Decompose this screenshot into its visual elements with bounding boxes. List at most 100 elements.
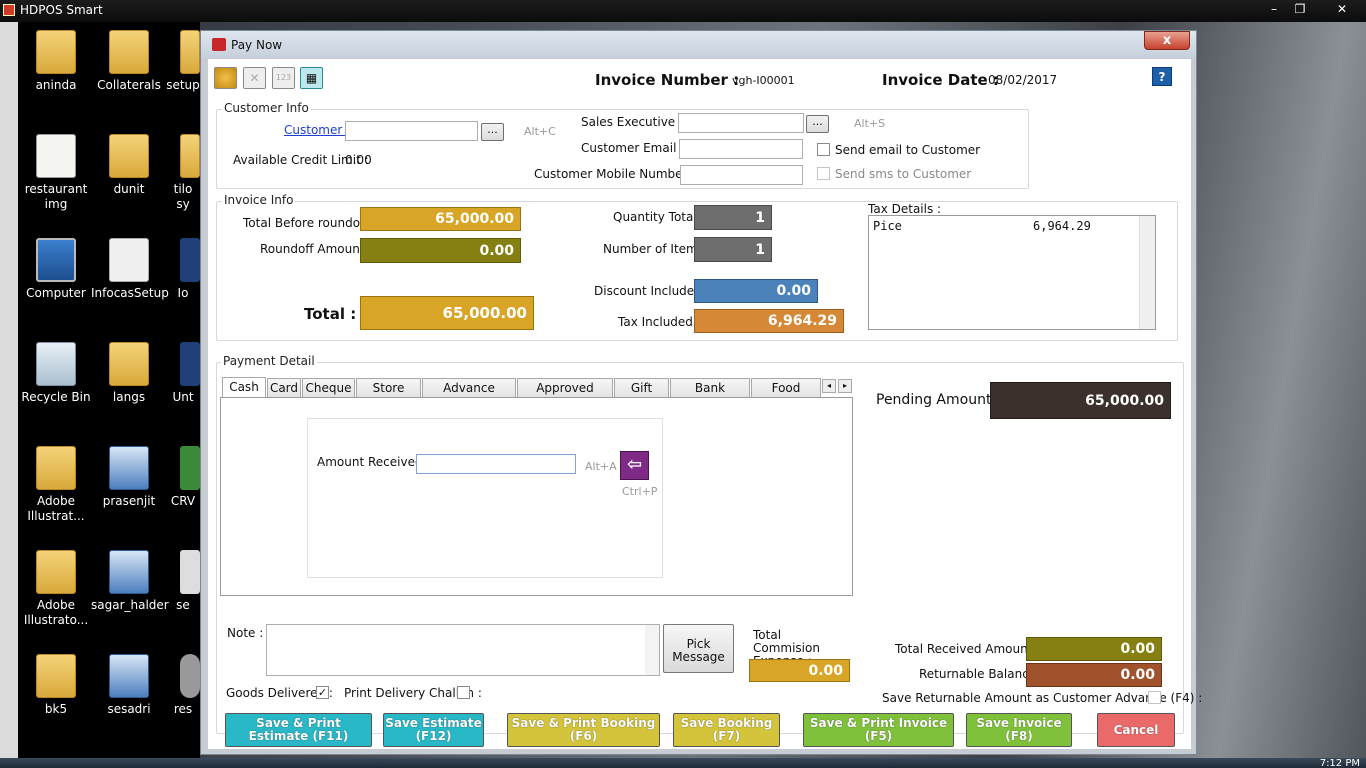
tab-card[interactable]: Card [267,378,301,398]
desktop-icon[interactable]: Adobe Illustrato... [18,542,94,628]
desktop-icon[interactable]: Recycle Bin [18,334,94,405]
desktop-icon[interactable]: prasenjit [91,438,167,509]
sales-exec-lookup-button[interactable]: ... [806,115,829,133]
counter-icon[interactable]: 123 [272,67,295,89]
returnable-value: 0.00 [1026,663,1162,687]
customer-email-input[interactable] [679,139,803,159]
before-roundoff-value: 65,000.00 [360,207,521,231]
folder-icon [109,342,149,386]
customer-input[interactable] [345,121,478,141]
tab-gift-card[interactable]: Gift Card [614,378,669,413]
tax-details-list[interactable]: Pice 6,964.29 [868,215,1156,330]
commission-value: 0.00 [749,659,850,682]
note-textarea[interactable] [266,624,660,676]
desktop-icon[interactable]: Collaterals [91,22,167,93]
desktop-icon[interactable]: Adobe Illustrat... [18,438,94,524]
calculator-icon[interactable]: ▦ [300,67,323,89]
customer-lookup-button[interactable]: ... [481,123,504,141]
tab-scroll-right-icon[interactable]: ▸ [838,379,852,393]
folder-icon [109,30,149,74]
background-window-strip [0,22,18,758]
note-scrollbar[interactable] [645,625,659,675]
send-sms-label: Send sms to Customer [835,167,972,181]
minimize-button[interactable]: – [1264,0,1284,18]
tab-store-credit[interactable]: Store Credit [356,378,421,413]
desktop-icon[interactable]: sesadri [91,646,167,717]
tax-included-value: 6,964.29 [694,309,844,333]
coin-icon[interactable] [214,67,237,89]
icon-label: dunit [113,182,145,196]
tab-cheque[interactable]: Cheque [302,378,355,398]
save-booking-button[interactable]: Save Booking (F7) [673,713,780,747]
credit-limit-value: 0.00 [345,153,372,167]
desktop-icon[interactable]: CRV [166,438,200,509]
apply-shortcut: Ctrl+P [622,485,658,498]
desktop-icon[interactable]: bk5 [18,646,94,717]
desktop-icon[interactable]: sagar_halder [91,542,169,613]
tab-advance-amount[interactable]: Advance Amount [422,378,516,413]
dialog-close-button[interactable]: x [1144,31,1190,50]
desktop-icon[interactable]: tilo sy [166,126,200,212]
icon-label: bk5 [44,702,68,716]
print-challan-checkbox[interactable] [457,686,470,699]
desktop-icon[interactable]: Unt [166,334,200,405]
total-label: Total : [304,305,357,323]
icon-label: Adobe Illustrat... [27,494,85,523]
icon-label: Adobe Illustrato... [23,598,89,627]
desktop-icon[interactable]: dunit [91,126,167,197]
desktop-icon[interactable]: InfocasSetup [91,230,169,301]
cancel-button[interactable]: Cancel [1097,713,1175,747]
apply-arrow-button[interactable]: ⇦ [620,451,649,480]
app-close-button[interactable]: ✕ [1330,0,1354,18]
save-advance-checkbox[interactable] [1148,691,1161,704]
cancel-x-icon[interactable]: ✕ [243,67,266,89]
send-email-checkbox[interactable] [817,143,830,156]
invoice-number: vgh-I00001 [732,74,795,87]
invoice-number-label: Invoice Number : [595,71,740,89]
icon-label: aninda [35,78,77,92]
tax-scrollbar[interactable] [1139,216,1155,329]
app-icon [180,342,200,386]
app-title-bar: HDPOS Smart – ❐ ✕ [0,0,1366,22]
desktop-icon[interactable]: se [166,542,200,613]
pay-now-dialog: Pay Now x ✕ 123 ▦ Invoice Number : vgh-I… [200,30,1202,755]
restore-button[interactable]: ❐ [1290,0,1310,18]
pick-message-button[interactable]: Pick Message [663,624,734,673]
save-invoice-button[interactable]: Save Invoice (F8) [966,713,1072,747]
qty-total-label: Quantity Total : [613,210,705,224]
tax-amount: 6,964.29 [1033,219,1091,233]
send-sms-checkbox[interactable] [817,167,830,180]
save-estimate-button[interactable]: Save Estimate (F12) [383,713,484,747]
tab-cash[interactable]: Cash [222,377,266,398]
desktop-icon[interactable]: langs [91,334,167,405]
tab-bank-transfer[interactable]: Bank Transfer [670,378,750,413]
desktop-icon[interactable]: setup [166,22,200,93]
tab-approved-pending[interactable]: Approved Pending [517,378,613,413]
desktop-icon[interactable]: aninda [18,22,94,93]
tab-food-coupon[interactable]: Food Coupon [751,378,821,398]
customer-link[interactable]: Customer : [284,123,350,137]
desktop-icon[interactable]: Computer [18,230,94,301]
icon-label: langs [112,390,146,404]
gear-icon [180,654,200,698]
desktop-icon[interactable]: restaurant img [18,126,94,212]
sales-exec-input[interactable] [678,113,804,133]
desktop-icon[interactable]: res [166,646,200,717]
tab-scroll-left-icon[interactable]: ◂ [822,379,836,393]
amount-received-input[interactable] [416,454,576,474]
customer-info-caption: Customer Info [222,101,311,115]
goods-delivered-checkbox[interactable]: ✓ [316,686,329,699]
dialog-body: ✕ 123 ▦ Invoice Number : vgh-I00001 Invo… [208,59,1202,749]
discount-value: 0.00 [694,279,818,303]
note-label: Note : [227,626,264,640]
payment-detail-caption: Payment Detail [221,354,317,368]
customer-mobile-input[interactable] [680,165,803,185]
folder-icon [36,446,76,490]
save-print-booking-button[interactable]: Save & Print Booking (F6) [507,713,660,747]
help-icon[interactable]: ? [1152,67,1172,86]
customer-shortcut: Alt+C [524,125,556,138]
save-print-invoice-button[interactable]: Save & Print Invoice (F5) [803,713,954,747]
save-print-estimate-button[interactable]: Save & Print Estimate (F11) [225,713,372,747]
desktop-icon[interactable]: Io [166,230,200,301]
taskbar[interactable] [0,758,1366,768]
